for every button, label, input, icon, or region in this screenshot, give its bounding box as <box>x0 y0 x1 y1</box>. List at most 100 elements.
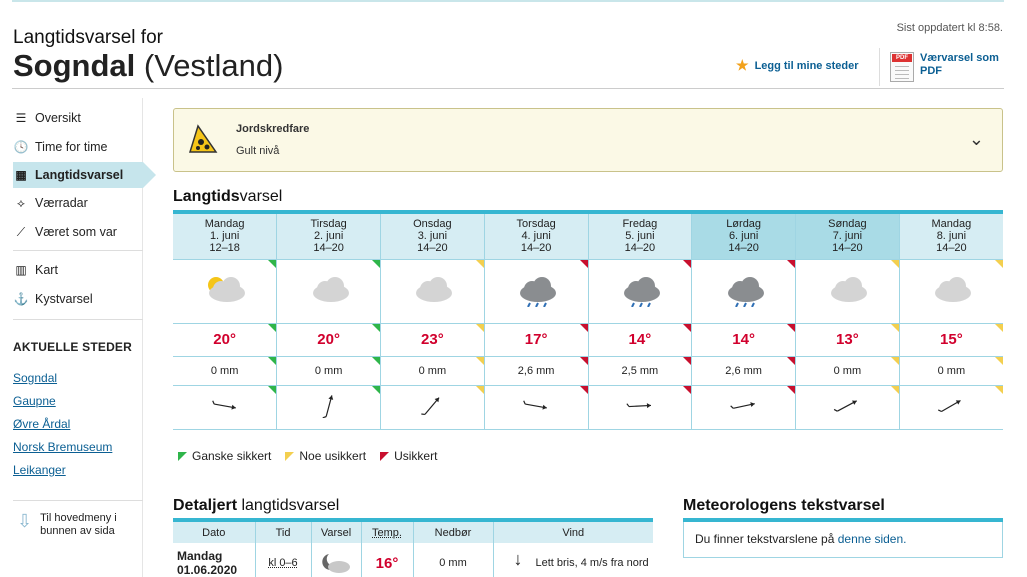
title-rest: varsel <box>239 188 283 205</box>
confidence-marker <box>787 385 795 394</box>
nav-kystvarsel[interactable]: ⚓ Kystvarsel <box>13 286 143 312</box>
confidence-marker <box>890 356 899 365</box>
table-row: Mandag 01.06.2020 kl 0–6 16° 0 mm ↓ Lett … <box>173 543 653 577</box>
day-name: Mandag <box>931 218 972 231</box>
day-hours: 14–20 <box>832 242 863 255</box>
precip-cell: 0 mm <box>173 356 277 386</box>
day-header: Tirsdag 2. juni 14–20 <box>276 214 381 260</box>
confidence-marker <box>475 385 484 394</box>
add-favorite-button[interactable]: ★ Legg til mine steder <box>736 57 858 74</box>
temp-cell: 20° <box>173 323 277 357</box>
day-header: Mandag 8. juni 14–20 <box>898 214 1003 260</box>
place-link[interactable]: Leikanger <box>13 463 66 477</box>
top-border <box>12 0 1004 2</box>
nav-vaeret-som-var[interactable]: ⟋ Været som var <box>13 219 143 245</box>
day-hours: 12–18 <box>209 242 240 255</box>
confidence-marker <box>995 259 1003 268</box>
forecast-icon-cell <box>483 259 588 324</box>
nav-oversikt[interactable]: ☰ Oversikt <box>13 105 143 131</box>
region-name: (Vestland) <box>143 48 284 83</box>
row-day: Mandag <box>177 549 223 563</box>
day-date: 6. juni <box>728 230 759 243</box>
day-name: Onsdag <box>413 218 452 231</box>
place-link[interactable]: Øvre Årdal <box>13 417 70 431</box>
wind-cell <box>691 385 796 430</box>
landslide-warning-icon <box>188 124 218 153</box>
day-name: Søndag <box>828 218 867 231</box>
rain-icon <box>512 276 560 310</box>
precip-cell: 0 mm <box>898 356 1003 386</box>
nav-label: Værradar <box>35 196 88 210</box>
cloudy-icon <box>305 276 353 310</box>
title-bold: Langtids <box>173 188 240 205</box>
list-icon: ☰ <box>15 111 27 125</box>
forecast-icon-cell <box>691 259 796 324</box>
nav-label: Langtidsvarsel <box>35 168 124 182</box>
back-to-menu-link[interactable]: ⇩ Til hovedmeny i bunnen av sida <box>17 512 125 538</box>
wind-cell <box>483 385 588 430</box>
back-link-label: Til hovedmeny i bunnen av sida <box>40 512 117 537</box>
temp-value: 15° <box>940 331 963 348</box>
wind-cell <box>276 385 381 430</box>
confidence-marker <box>890 385 899 394</box>
forecast-cell <box>310 543 361 577</box>
chevron-down-icon[interactable]: ⌄ <box>969 129 984 150</box>
legend-label: Noe usikkert <box>299 449 367 463</box>
confidence-marker <box>787 356 795 365</box>
time-cell[interactable]: kl 0–6 <box>254 543 311 577</box>
col-header-date: Dato <box>173 522 255 543</box>
confidence-marker <box>890 259 899 268</box>
confidence-marker <box>995 356 1003 365</box>
confidence-marker <box>268 385 277 394</box>
col-header-temp[interactable]: Temp. <box>360 522 413 543</box>
nav-vaerradar[interactable]: ⟡ Værradar <box>13 190 143 216</box>
warning-level: Gult nivå <box>236 145 280 157</box>
day-hours: 14–20 <box>936 242 967 255</box>
confidence-marker <box>683 385 692 394</box>
day-date: 4. juni <box>521 230 551 243</box>
day-header: Mandag 1. juni 12–18 <box>173 214 277 260</box>
precip-cell: 2,5 mm <box>587 356 692 386</box>
temp-value: 14° <box>628 331 652 348</box>
rain-icon <box>720 276 768 310</box>
row-date: 01.06.2020 <box>177 563 238 577</box>
day-header: Søndag 7. juni 14–20 <box>795 214 900 260</box>
nav-kart[interactable]: ▥ Kart <box>13 257 143 283</box>
col-header-precip: Nedbør <box>412 522 493 543</box>
place-name: Sogndal <box>13 48 136 83</box>
detail-title: Detaljert langtidsvarsel <box>173 497 339 515</box>
day-date: 1. juni <box>209 230 240 243</box>
precip-cell: 2,6 mm <box>691 356 796 386</box>
warning-banner[interactable]: Jordskredfare Gult nivå ⌄ <box>173 108 1003 172</box>
pdf-link[interactable]: PDF Værvarsel som PDF <box>890 52 1010 82</box>
precip-cell: 0 mm <box>412 543 493 577</box>
precip-cell: 0 mm <box>795 356 900 386</box>
temp-cell: 15° <box>898 323 1003 357</box>
title-bold: Detaljert <box>173 497 238 514</box>
confidence-marker <box>683 259 692 268</box>
warning-title: Jordskredfare <box>236 123 310 135</box>
place-link[interactable]: Gaupne <box>13 394 56 408</box>
precip-cell: 0 mm <box>380 356 485 386</box>
confidence-marker <box>579 259 588 268</box>
temp-value: 20° <box>213 331 236 348</box>
day-name: Fredag <box>622 218 658 231</box>
arrow-down-icon: ⇩ <box>17 511 33 531</box>
day-name: Torsdag <box>516 218 556 231</box>
yellow-triangle-icon <box>285 451 295 461</box>
radar-icon: ⟡ <box>17 195 25 210</box>
confidence-marker <box>579 323 588 332</box>
nav-langtidsvarsel[interactable]: ▦ Langtidsvarsel <box>13 162 156 188</box>
green-triangle-icon <box>178 451 187 461</box>
longterm-title: Langtidsvarsel <box>173 188 282 206</box>
col-header-time: Tid <box>254 522 311 543</box>
meteorologist-link[interactable]: denne siden. <box>838 532 907 546</box>
nav-time-for-time[interactable]: 🕓 Time for time <box>13 134 143 160</box>
wind-arrow-icon: ↓ <box>513 549 523 569</box>
place-link[interactable]: Sogndal <box>13 371 57 385</box>
place-link[interactable]: Norsk Bremuseum <box>13 440 112 454</box>
temp-cell: 20° <box>276 323 381 357</box>
precip-value: 0 mm <box>210 364 239 377</box>
confidence-marker <box>787 323 795 332</box>
meteorologist-title: Meteorologens tekstvarsel <box>683 497 885 514</box>
